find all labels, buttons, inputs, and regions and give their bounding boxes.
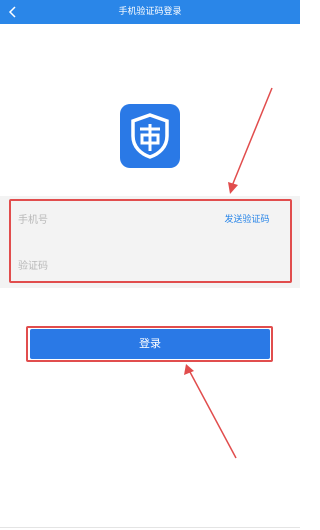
arrow-to-login: [184, 364, 237, 459]
page-title: 手机验证码登录: [118, 7, 182, 17]
bottom-divider: [0, 527, 300, 528]
arrow-to-form: [228, 87, 273, 194]
login-highlight-box: [26, 326, 273, 362]
form-highlight-box: [9, 199, 292, 283]
app-logo: [120, 104, 180, 168]
title-bar: 手机验证码登录: [0, 0, 300, 24]
shield-logo-icon: [131, 113, 169, 159]
